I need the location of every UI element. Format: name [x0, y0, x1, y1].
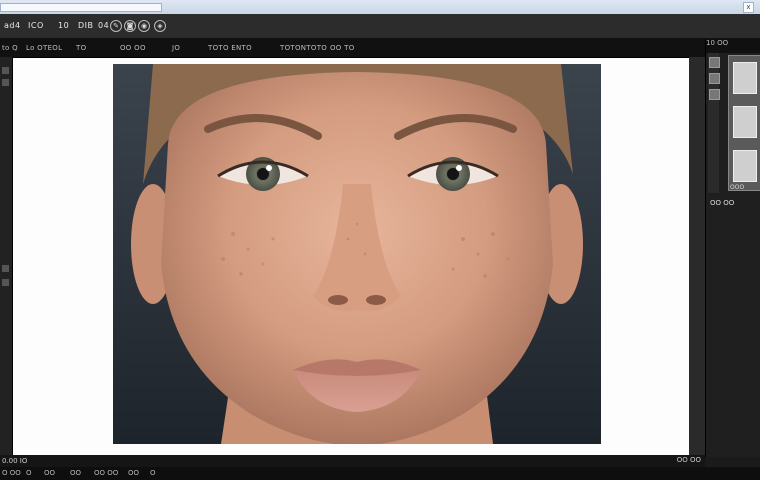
layers-icon[interactable]: ◈: [154, 20, 166, 32]
canvas[interactable]: [12, 57, 690, 457]
taskbar-item[interactable]: OO: [70, 469, 81, 477]
menu-item[interactable]: ad4: [4, 21, 21, 30]
option-item[interactable]: Lo OTEOL: [26, 44, 62, 52]
window-titlebar: x: [0, 0, 760, 14]
options-bar: to Q Lo OTEOL TO OO OO JO TOTO ENTO TOTO…: [0, 39, 760, 58]
taskbar-item[interactable]: OO: [128, 469, 139, 477]
layer-thumbnail[interactable]: [733, 106, 757, 138]
option-item[interactable]: OO TO: [330, 44, 355, 52]
camera-icon[interactable]: ◙: [124, 20, 136, 32]
menu-bar: ad4 ICO 10 DIB 04 ✎ ◙ ◉ ◈: [0, 14, 760, 39]
status-bar: 0.00 IO OO OO: [0, 455, 705, 467]
layer-thumbnail[interactable]: [733, 62, 757, 94]
taskbar: O OO O OO OO OO OO OO O: [0, 467, 760, 480]
panel-icon[interactable]: [709, 89, 720, 100]
right-panel: 10 OO OOO OO OO: [705, 39, 760, 457]
portrait-photo: [113, 64, 601, 444]
vertical-scrollbar[interactable]: [689, 57, 705, 455]
status-right: OO OO: [676, 456, 701, 464]
option-item[interactable]: TOTO ENTO: [208, 44, 252, 52]
option-item[interactable]: TOTONTOTO: [280, 44, 327, 52]
zoom-readout: 0.00 IO: [2, 457, 28, 465]
menu-item[interactable]: ICO: [28, 21, 44, 30]
close-button[interactable]: x: [743, 2, 754, 13]
panel-icon-column: [708, 53, 720, 193]
tool-icon[interactable]: [2, 279, 9, 286]
panel-row[interactable]: OO OO: [710, 199, 734, 207]
taskbar-item[interactable]: OO OO: [94, 469, 118, 477]
taskbar-item[interactable]: O: [150, 469, 156, 477]
tool-icon[interactable]: [2, 79, 9, 86]
option-item[interactable]: OO OO: [120, 44, 146, 52]
panel-header: 10 OO: [706, 39, 760, 53]
brush-icon[interactable]: ✎: [110, 20, 122, 32]
option-item[interactable]: to Q: [2, 44, 18, 52]
layers-preview: [728, 55, 760, 191]
panel-label: OOO: [730, 184, 745, 191]
document-area: [12, 57, 705, 457]
layer-thumbnail[interactable]: [733, 150, 757, 182]
taskbar-item[interactable]: OO: [44, 469, 55, 477]
tool-icon[interactable]: [2, 67, 9, 74]
menu-item[interactable]: 04: [98, 21, 109, 30]
eye-icon[interactable]: ◉: [138, 20, 150, 32]
address-field[interactable]: [0, 3, 162, 12]
option-item[interactable]: JO: [172, 44, 180, 52]
taskbar-item[interactable]: O OO: [2, 469, 21, 477]
panel-icon[interactable]: [709, 73, 720, 84]
tool-icon[interactable]: [2, 265, 9, 272]
taskbar-item[interactable]: O: [26, 469, 32, 477]
menu-item[interactable]: 10: [58, 21, 69, 30]
portrait-image: [113, 64, 601, 444]
menu-item[interactable]: DIB: [78, 21, 94, 30]
option-item[interactable]: TO: [76, 44, 86, 52]
panel-icon[interactable]: [709, 57, 720, 68]
